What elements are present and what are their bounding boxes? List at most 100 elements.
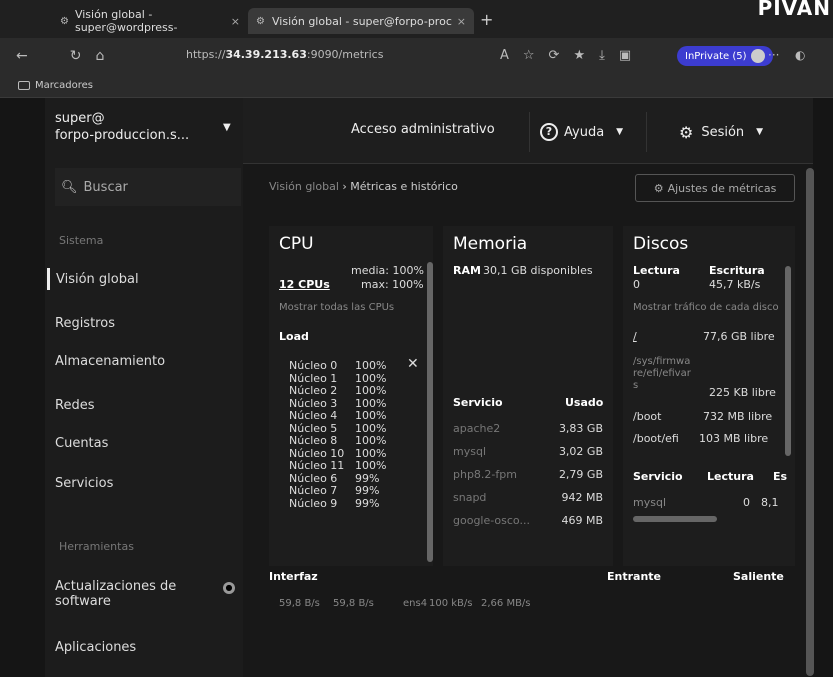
- cpu-title: CPU: [279, 234, 314, 254]
- core-row: Núcleo 9 99%: [289, 496, 429, 511]
- cpu-scrollbar[interactable]: [427, 262, 433, 562]
- address-bar-icons[interactable]: A☆⟳★⤓▣: [500, 48, 645, 63]
- mount-free: 103 MB libre: [699, 432, 769, 445]
- caret-down-icon[interactable]: ▼: [223, 122, 231, 133]
- iface-val-c: 100 kB/s: [429, 598, 473, 609]
- mount-free: 77,6 GB libre: [703, 330, 775, 343]
- cpu-max: max: 100%: [361, 278, 424, 291]
- sidebar-item-accounts[interactable]: Cuentas: [51, 432, 243, 454]
- url-rest: :9090/metrics: [306, 48, 384, 61]
- disks-scrollbar[interactable]: [785, 266, 791, 456]
- core-list: Núcleo 0 100% Núcleo 1 100% Núcleo 2 100% Núcl…: [289, 359, 429, 511]
- table-row: php8.2-fpm 2,79 GB: [453, 468, 603, 491]
- sidebar-item-overview[interactable]: Visión global: [47, 268, 239, 290]
- table-row: snapd 942 MB: [453, 491, 603, 514]
- memory-panel: Memoria RAM 30,1 GB disponibles Servicio…: [443, 226, 613, 566]
- interface-col-out: Saliente: [733, 570, 784, 583]
- memory-service: google-osco...: [453, 514, 530, 527]
- memory-service: mysql: [453, 445, 486, 458]
- mount-path[interactable]: /sys/firmware/efi/efivars: [633, 356, 693, 392]
- browser-tab-1[interactable]: ⚙ Visión global - super@wordpress- ×: [52, 8, 248, 34]
- core-value: 99%: [355, 496, 380, 510]
- sidebar-item-applications[interactable]: Aplicaciones: [51, 636, 243, 658]
- cockpit-app: super@ forpo-produccion.s... ▼ 🔍︎ Buscar…: [0, 98, 833, 677]
- page-scrollbar[interactable]: [806, 168, 814, 676]
- avatar: [750, 49, 765, 63]
- iface-val-b: 59,8 B/s: [333, 598, 374, 609]
- help-icon: ?: [540, 123, 558, 141]
- disk-read-label: Lectura: [633, 264, 680, 277]
- extension-icon[interactable]: ◐: [795, 48, 805, 62]
- corner-text: PIVAN: [757, 0, 831, 20]
- session-menu[interactable]: ⚙ Sesión ▼: [663, 112, 793, 152]
- disk-write-label: Escritura: [709, 264, 765, 277]
- memory-used: 469 MB: [561, 514, 603, 527]
- close-icon[interactable]: ×: [457, 15, 466, 28]
- inprivate-label: InPrivate (5): [685, 50, 747, 62]
- metrics-settings-button[interactable]: ⚙ Ajustes de métricas: [635, 174, 795, 202]
- sidebar-item-logs[interactable]: Registros: [51, 312, 243, 334]
- memory-title: Memoria: [453, 234, 528, 254]
- host-selector[interactable]: super@ forpo-produccion.s...: [55, 110, 189, 144]
- tab-title: Visión global - super@wordpress-: [74, 8, 178, 34]
- breadcrumb-current: Métricas e histórico: [350, 180, 458, 193]
- breadcrumb-separator: ›: [342, 180, 347, 193]
- sidebar-item-networking[interactable]: Redes: [51, 394, 243, 416]
- core-row: Núcleo 11 100%: [289, 459, 429, 473]
- breadcrumb: Visión global › Métricas e histórico: [269, 180, 458, 193]
- home-icon[interactable]: ⌂: [95, 48, 104, 64]
- inprivate-badge[interactable]: InPrivate (5): [677, 46, 773, 66]
- host-name: forpo-produccion.s...: [55, 128, 190, 143]
- folder-icon: [18, 81, 30, 90]
- memory-used: 3,83 GB: [558, 422, 603, 435]
- close-icon[interactable]: ×: [231, 15, 240, 28]
- mount-path[interactable]: /boot: [633, 410, 661, 423]
- admin-access-button[interactable]: Acceso administrativo: [351, 122, 495, 137]
- disk-col-read: Lectura: [707, 470, 754, 483]
- help-label: Ayuda: [564, 124, 605, 140]
- sidebar-item-storage[interactable]: Almacenamiento: [51, 350, 243, 372]
- core-value: 100%: [355, 359, 387, 372]
- disks-h-scrollbar[interactable]: [633, 516, 717, 522]
- core-name: Núcleo 0: [289, 359, 338, 372]
- interfaces-section: Interfaz Entrante Saliente 59,8 B/s 59,8…: [269, 566, 797, 636]
- more-icon[interactable]: ···: [768, 48, 779, 62]
- browser-tab-2[interactable]: ⚙ Visión global - super@forpo-proc ×: [248, 8, 474, 34]
- url-host: 34.39.213.63: [225, 48, 307, 61]
- search-input[interactable]: 🔍︎ Buscar: [55, 168, 241, 206]
- disk-col-service: Servicio: [633, 470, 683, 483]
- load-label: Load: [279, 330, 309, 343]
- memory-col-used: Usado: [565, 396, 604, 409]
- back-icon[interactable]: ←: [16, 48, 28, 64]
- sidebar-item-services[interactable]: Servicios: [51, 472, 243, 494]
- sidebar-item-updates[interactable]: Actualizaciones de software: [51, 576, 243, 612]
- breadcrumb-root[interactable]: Visión global: [269, 180, 339, 193]
- new-tab-icon[interactable]: +: [480, 10, 493, 29]
- show-all-cpus-link[interactable]: Mostrar todas las CPUs: [279, 302, 394, 313]
- core-name: Núcleo 7: [289, 484, 338, 497]
- core-value: 100%: [355, 434, 387, 447]
- sidebar: super@ forpo-produccion.s... ▼ 🔍︎ Buscar…: [45, 98, 243, 677]
- bookmarks-bar: Marcadores: [0, 74, 833, 98]
- memory-col-service: Servicio: [453, 396, 503, 409]
- bookmarks-label[interactable]: Marcadores: [35, 80, 93, 91]
- help-menu[interactable]: ? Ayuda ▼: [529, 112, 647, 152]
- core-row: Núcleo 4 100%: [289, 409, 429, 423]
- close-icon[interactable]: ✕: [407, 356, 419, 372]
- refresh-icon[interactable]: ↻: [70, 48, 82, 64]
- core-name: Núcleo 11: [289, 459, 345, 472]
- iface-val-a: 59,8 B/s: [279, 598, 320, 609]
- ram-value: 30,1 GB disponibles: [483, 264, 593, 277]
- mount-path[interactable]: /: [633, 330, 637, 343]
- url-field[interactable]: https://34.39.213.63:9090/metrics: [186, 48, 383, 61]
- cpu-media: media: 100%: [351, 264, 424, 277]
- group-tools: Herramientas: [59, 540, 134, 553]
- mount-path[interactable]: /boot/efi: [633, 432, 679, 445]
- show-disk-traffic-link[interactable]: Mostrar tráfico de cada disco: [633, 302, 783, 313]
- table-row: google-osco... 469 MB: [453, 514, 603, 537]
- gear-icon: ⚙: [679, 122, 694, 142]
- memory-table: apache2 3,83 GB mysql 3,02 GB php8.2-fpm 2,79…: [453, 422, 603, 537]
- iface-val-d: 2,66 MB/s: [481, 598, 531, 609]
- table-row: apache2 3,83 GB: [453, 422, 603, 445]
- core-row: Núcleo 2 100%: [289, 384, 429, 398]
